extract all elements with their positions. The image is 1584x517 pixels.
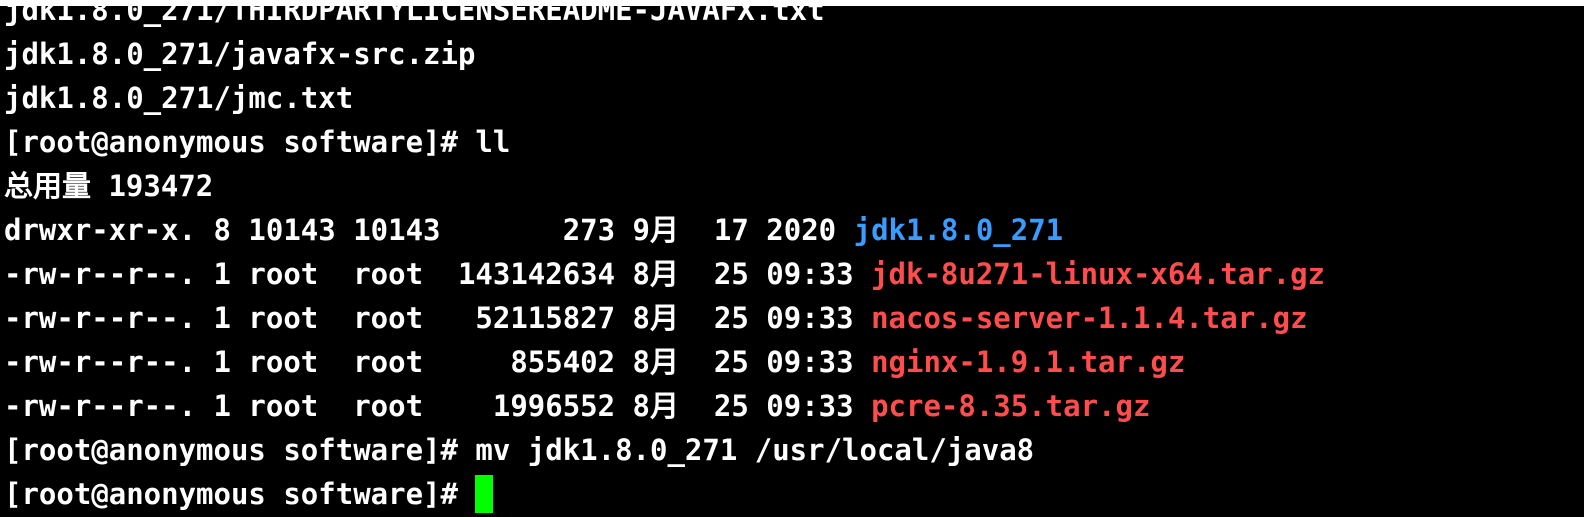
listing-name-archive: nacos-server-1.1.4.tar.gz [871, 301, 1308, 335]
listing-meta: -rw-r--r--. 1 root root 855402 8月 25 09:… [4, 345, 872, 379]
listing-row: -rw-r--r--. 1 root root 1996552 8月 25 09… [4, 384, 1580, 428]
terminal-command-line: [root@anonymous software]# ll [4, 125, 511, 159]
shell-prompt: [root@anonymous software]# [4, 477, 476, 511]
listing-name-archive: jdk-8u271-linux-x64.tar.gz [871, 257, 1326, 291]
terminal-line: jdk1.8.0_271/jmc.txt [4, 81, 354, 115]
terminal-total-line: 总用量 193472 [4, 169, 214, 203]
listing-row: drwxr-xr-x. 8 10143 10143 273 9月 17 2020… [4, 208, 1580, 252]
listing-name-archive: nginx-1.9.1.tar.gz [871, 345, 1186, 379]
listing-row: -rw-r--r--. 1 root root 143142634 8月 25 … [4, 252, 1580, 296]
terminal-prompt-line[interactable]: [root@anonymous software]# [4, 472, 1580, 516]
listing-meta: -rw-r--r--. 1 root root 1996552 8月 25 09… [4, 389, 872, 423]
terminal-command-line: [root@anonymous software]# mv jdk1.8.0_2… [4, 433, 1035, 467]
listing-meta: -rw-r--r--. 1 root root 52115827 8月 25 0… [4, 301, 872, 335]
listing-name-archive: pcre-8.35.tar.gz [871, 389, 1151, 423]
text-cursor [475, 475, 494, 513]
listing-row: -rw-r--r--. 1 root root 52115827 8月 25 0… [4, 296, 1580, 340]
terminal-line: jdk1.8.0_271/THIRDPARTYLICENSEREADME-JAV… [4, 0, 825, 27]
terminal-line: jdk1.8.0_271/javafx-src.zip [4, 37, 476, 71]
terminal-output[interactable]: jdk1.8.0_271/THIRDPARTYLICENSEREADME-JAV… [4, 0, 1580, 517]
listing-row: -rw-r--r--. 1 root root 855402 8月 25 09:… [4, 340, 1580, 384]
listing-meta: -rw-r--r--. 1 root root 143142634 8月 25 … [4, 257, 872, 291]
listing-meta: drwxr-xr-x. 8 10143 10143 273 9月 17 2020 [4, 213, 854, 247]
listing-name-directory: jdk1.8.0_271 [853, 213, 1064, 247]
